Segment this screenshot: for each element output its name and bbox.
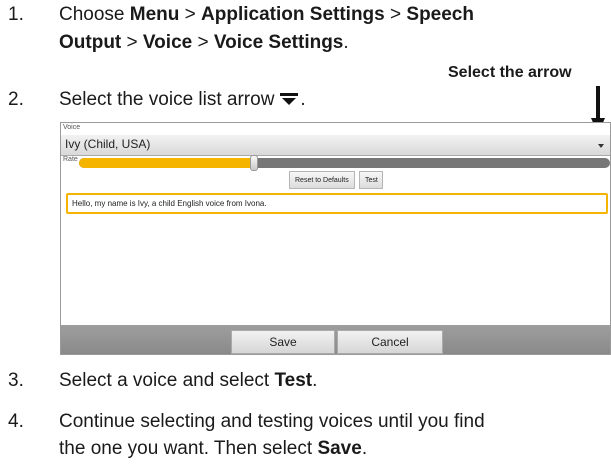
rate-slider-thumb[interactable] <box>250 155 259 171</box>
speech-text-field[interactable]: Hello, my name is Ivy, a child English v… <box>66 193 608 214</box>
step-2-text: Select the voice list arrow <box>59 89 275 110</box>
step-text-line2: the one you want. Then select Save. <box>59 436 367 462</box>
voice-caption: Voice <box>63 124 81 131</box>
step-text-line2: Output > Voice > Voice Settings. <box>59 30 349 56</box>
voice-term: Voice <box>142 32 193 53</box>
test-button[interactable]: Test <box>359 171 383 189</box>
rate-slider-fill <box>79 158 255 168</box>
menu-term: Menu <box>129 4 180 25</box>
text-part: > <box>121 32 143 53</box>
text-part: > <box>192 32 214 53</box>
callout-label: Select the arrow <box>448 64 572 81</box>
text-part: > <box>384 4 407 25</box>
test-term: Test <box>274 370 313 391</box>
text-part: . <box>361 438 368 459</box>
text-part: the one you want. Then select <box>59 438 318 459</box>
text-part: Choose <box>59 4 130 25</box>
step-text-line1: Continue selecting and testing voices un… <box>59 411 485 432</box>
rate-slider[interactable] <box>79 155 610 171</box>
bottom-button-bar: Save Cancel <box>61 325 610 354</box>
step-number: 1. <box>8 4 24 25</box>
step-number: 4. <box>8 411 24 432</box>
text-part: Select a voice and select <box>59 370 275 391</box>
save-button[interactable]: Save <box>231 330 335 354</box>
voice-value: Ivy (Child, USA) <box>65 137 151 151</box>
step-text: Select a voice and select Test. <box>59 368 317 394</box>
voice-settings-term: Voice Settings <box>213 32 344 53</box>
step-number: 2. <box>8 89 24 110</box>
rate-caption: Rate <box>63 156 78 163</box>
voice-settings-screenshot: Voice Ivy (Child, USA) Rate Reset to Def… <box>60 122 611 355</box>
step-text-line1: Choose Menu > Application Settings > Spe… <box>59 2 474 28</box>
output-term: Output <box>59 32 122 53</box>
step-text: Select the voice list arrow . <box>59 87 306 113</box>
dropdown-arrow-icon <box>280 93 299 105</box>
speech-term: Speech <box>406 4 474 25</box>
step-number: 3. <box>8 370 24 391</box>
save-term: Save <box>317 438 362 459</box>
reset-to-defaults-button[interactable]: Reset to Defaults <box>289 171 355 189</box>
text-part: . <box>300 89 306 110</box>
voice-select[interactable]: Ivy (Child, USA) <box>61 135 610 156</box>
cancel-button[interactable]: Cancel <box>337 330 443 354</box>
text-part: . <box>312 370 318 391</box>
text-part: . <box>343 32 349 53</box>
text-part: > <box>179 4 202 25</box>
dropdown-arrow-icon[interactable] <box>598 144 604 148</box>
application-settings-term: Application Settings <box>201 4 385 25</box>
